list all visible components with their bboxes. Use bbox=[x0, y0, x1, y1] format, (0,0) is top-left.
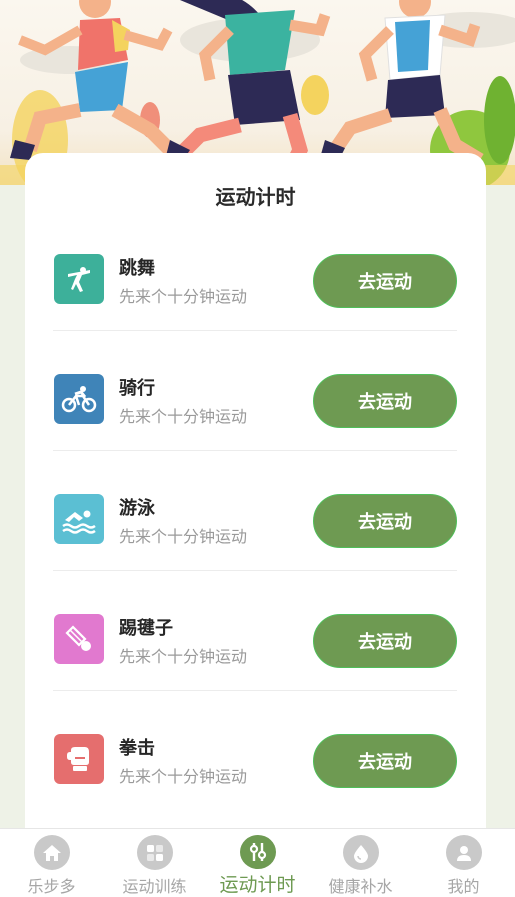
activity-name: 骑行 bbox=[119, 378, 155, 399]
tab-label: 运动训练 bbox=[122, 877, 187, 896]
activity-desc: 先来个十分钟运动 bbox=[119, 647, 248, 666]
swimmer-icon bbox=[54, 494, 104, 544]
activity-row-boxing: 拳击 先来个十分钟运动 去运动 bbox=[53, 691, 457, 811]
tab-home[interactable]: 乐步多 bbox=[0, 829, 103, 897]
go-exercise-button[interactable]: 去运动 bbox=[313, 614, 457, 668]
training-icon bbox=[136, 835, 173, 870]
go-exercise-button[interactable]: 去运动 bbox=[313, 494, 457, 548]
activity-row-swimming: 游泳 先来个十分钟运动 去运动 bbox=[53, 451, 457, 571]
activity-desc: 先来个十分钟运动 bbox=[119, 527, 248, 546]
activity-name: 拳击 bbox=[119, 738, 155, 759]
tab-label: 我的 bbox=[447, 877, 480, 896]
activity-row-shuttlecock: 踢毽子 先来个十分钟运动 去运动 bbox=[53, 571, 457, 691]
go-exercise-button[interactable]: 去运动 bbox=[313, 374, 457, 428]
dancer-icon bbox=[54, 254, 104, 304]
activity-card: 运动计时 跳舞 先来个十分钟运动 去运动 骑行 先来个十分钟运动 去运动 游泳 … bbox=[25, 153, 486, 853]
activity-row-dance: 跳舞 先来个十分钟运动 去运动 bbox=[53, 211, 457, 331]
tab-label: 乐步多 bbox=[27, 877, 76, 896]
activity-name: 踢毽子 bbox=[119, 618, 173, 639]
activity-desc: 先来个十分钟运动 bbox=[119, 407, 248, 426]
tab-label: 健康补水 bbox=[328, 877, 393, 896]
shuttlecock-icon bbox=[54, 614, 104, 664]
activity-row-cycling: 骑行 先来个十分钟运动 去运动 bbox=[53, 331, 457, 451]
activity-name: 游泳 bbox=[119, 498, 155, 519]
activity-name: 跳舞 bbox=[119, 258, 155, 279]
user-icon bbox=[445, 835, 482, 870]
activity-desc: 先来个十分钟运动 bbox=[119, 287, 248, 306]
tab-hydration[interactable]: 健康补水 bbox=[309, 829, 412, 897]
tab-label: 运动计时 bbox=[219, 874, 296, 896]
cyclist-icon bbox=[54, 374, 104, 424]
bottom-tab-bar: 乐步多 运动训练 运动计时 健康补水 我的 bbox=[0, 828, 515, 897]
home-icon bbox=[33, 835, 70, 870]
tab-timer[interactable]: 运动计时 bbox=[206, 829, 309, 897]
go-exercise-button[interactable]: 去运动 bbox=[313, 734, 457, 788]
activity-desc: 先来个十分钟运动 bbox=[119, 767, 248, 786]
timer-icon bbox=[239, 835, 276, 869]
water-drop-icon bbox=[342, 835, 379, 870]
tab-training[interactable]: 运动训练 bbox=[103, 829, 206, 897]
tab-profile[interactable]: 我的 bbox=[412, 829, 515, 897]
go-exercise-button[interactable]: 去运动 bbox=[313, 254, 457, 308]
boxing-glove-icon bbox=[54, 734, 104, 784]
page-title: 运动计时 bbox=[215, 185, 296, 209]
